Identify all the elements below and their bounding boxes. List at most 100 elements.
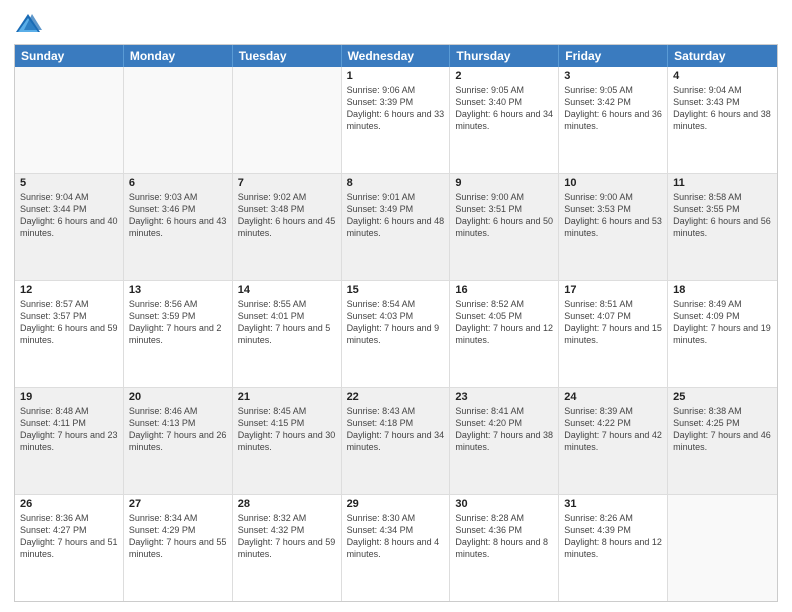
day-info: Sunrise: 8:30 AM Sunset: 4:34 PM Dayligh…: [347, 512, 445, 561]
day-number: 2: [455, 70, 553, 82]
calendar-cell: 25Sunrise: 8:38 AM Sunset: 4:25 PM Dayli…: [668, 388, 777, 494]
day-info: Sunrise: 8:38 AM Sunset: 4:25 PM Dayligh…: [673, 405, 772, 454]
day-number: 5: [20, 177, 118, 189]
calendar-cell: 8 Sunrise: 9:01 AM Sunset: 3:49 PM Daylig…: [342, 174, 451, 280]
day-info: Sunrise: 8:52 AM Sunset: 4:05 PM Dayligh…: [455, 298, 553, 347]
calendar-cell: 18 Sunrise: 8:49 AM Sunset: 4:09 PM Dayli…: [668, 281, 777, 387]
calendar-cell: [15, 67, 124, 173]
calendar-cell: 31 Sunrise: 8:26 AM Sunset: 4:39 PM Dayli…: [559, 495, 668, 601]
day-number: 18: [673, 284, 772, 296]
day-number: 8: [347, 177, 445, 189]
day-number: 19: [20, 391, 118, 403]
calendar-cell: 23 Sunrise: 8:41 AM Sunset: 4:20 PM Dayli…: [450, 388, 559, 494]
day-info: Sunrise: 8:26 AM Sunset: 4:39 PM Dayligh…: [564, 512, 662, 561]
calendar-cell: [668, 495, 777, 601]
day-info: Sunrise: 9:04 AM Sunset: 3:44 PM Dayligh…: [20, 191, 118, 240]
day-info: Sunrise: 8:54 AM Sunset: 4:03 PM Dayligh…: [347, 298, 445, 347]
calendar-row: 19 Sunrise: 8:48 AM Sunset: 4:11 PM Dayli…: [15, 387, 777, 494]
day-number: 17: [564, 284, 662, 296]
calendar-cell: 14Sunrise: 8:55 AM Sunset: 4:01 PM Dayli…: [233, 281, 342, 387]
calendar-row: 12Sunrise: 8:57 AM Sunset: 3:57 PM Dayli…: [15, 280, 777, 387]
calendar-cell: 11 Sunrise: 8:58 AM Sunset: 3:55 PM Dayli…: [668, 174, 777, 280]
calendar-row: 5 Sunrise: 9:04 AM Sunset: 3:44 PM Daylig…: [15, 173, 777, 280]
day-info: Sunrise: 8:41 AM Sunset: 4:20 PM Dayligh…: [455, 405, 553, 454]
day-info: Sunrise: 9:04 AM Sunset: 3:43 PM Dayligh…: [673, 84, 772, 133]
calendar-cell: 30 Sunrise: 8:28 AM Sunset: 4:36 PM Dayli…: [450, 495, 559, 601]
weekday-header-tuesday: Tuesday: [233, 45, 342, 67]
calendar-row: 1 Sunrise: 9:06 AM Sunset: 3:39 PM Daylig…: [15, 67, 777, 173]
calendar-cell: 15 Sunrise: 8:54 AM Sunset: 4:03 PM Dayli…: [342, 281, 451, 387]
day-number: 11: [673, 177, 772, 189]
day-info: Sunrise: 8:34 AM Sunset: 4:29 PM Dayligh…: [129, 512, 227, 561]
calendar-cell: 21 Sunrise: 8:45 AM Sunset: 4:15 PM Dayli…: [233, 388, 342, 494]
calendar-cell: 6 Sunrise: 9:03 AM Sunset: 3:46 PM Daylig…: [124, 174, 233, 280]
calendar-cell: 2 Sunrise: 9:05 AM Sunset: 3:40 PM Daylig…: [450, 67, 559, 173]
day-info: Sunrise: 9:00 AM Sunset: 3:53 PM Dayligh…: [564, 191, 662, 240]
logo: [14, 10, 46, 38]
calendar-cell: 13 Sunrise: 8:56 AM Sunset: 3:59 PM Dayli…: [124, 281, 233, 387]
day-info: Sunrise: 9:03 AM Sunset: 3:46 PM Dayligh…: [129, 191, 227, 240]
day-info: Sunrise: 8:28 AM Sunset: 4:36 PM Dayligh…: [455, 512, 553, 561]
calendar-cell: 9Sunrise: 9:00 AM Sunset: 3:51 PM Daylig…: [450, 174, 559, 280]
header: [14, 10, 778, 38]
day-info: Sunrise: 8:43 AM Sunset: 4:18 PM Dayligh…: [347, 405, 445, 454]
day-info: Sunrise: 8:45 AM Sunset: 4:15 PM Dayligh…: [238, 405, 336, 454]
weekday-header-thursday: Thursday: [450, 45, 559, 67]
calendar-row: 26 Sunrise: 8:36 AM Sunset: 4:27 PM Dayli…: [15, 494, 777, 601]
calendar-cell: [124, 67, 233, 173]
calendar-body: 1 Sunrise: 9:06 AM Sunset: 3:39 PM Daylig…: [15, 67, 777, 601]
calendar-cell: 29 Sunrise: 8:30 AM Sunset: 4:34 PM Dayli…: [342, 495, 451, 601]
day-info: Sunrise: 9:01 AM Sunset: 3:49 PM Dayligh…: [347, 191, 445, 240]
calendar-header: SundayMondayTuesdayWednesdayThursdayFrid…: [15, 45, 777, 67]
day-number: 13: [129, 284, 227, 296]
day-number: 24: [564, 391, 662, 403]
day-number: 28: [238, 498, 336, 510]
day-number: 30: [455, 498, 553, 510]
day-number: 15: [347, 284, 445, 296]
calendar-cell: 7Sunrise: 9:02 AM Sunset: 3:48 PM Daylig…: [233, 174, 342, 280]
day-number: 26: [20, 498, 118, 510]
day-info: Sunrise: 8:55 AM Sunset: 4:01 PM Dayligh…: [238, 298, 336, 347]
calendar-cell: 10 Sunrise: 9:00 AM Sunset: 3:53 PM Dayli…: [559, 174, 668, 280]
logo-icon: [14, 10, 42, 38]
day-number: 10: [564, 177, 662, 189]
day-info: Sunrise: 9:05 AM Sunset: 3:40 PM Dayligh…: [455, 84, 553, 133]
calendar-cell: 1 Sunrise: 9:06 AM Sunset: 3:39 PM Daylig…: [342, 67, 451, 173]
weekday-header-monday: Monday: [124, 45, 233, 67]
day-info: Sunrise: 8:49 AM Sunset: 4:09 PM Dayligh…: [673, 298, 772, 347]
calendar-cell: [233, 67, 342, 173]
calendar-cell: 12Sunrise: 8:57 AM Sunset: 3:57 PM Dayli…: [15, 281, 124, 387]
weekday-header-wednesday: Wednesday: [342, 45, 451, 67]
day-info: Sunrise: 8:56 AM Sunset: 3:59 PM Dayligh…: [129, 298, 227, 347]
calendar-cell: 28 Sunrise: 8:32 AM Sunset: 4:32 PM Dayli…: [233, 495, 342, 601]
calendar-cell: 27 Sunrise: 8:34 AM Sunset: 4:29 PM Dayli…: [124, 495, 233, 601]
day-info: Sunrise: 8:51 AM Sunset: 4:07 PM Dayligh…: [564, 298, 662, 347]
day-number: 16: [455, 284, 553, 296]
day-number: 22: [347, 391, 445, 403]
day-number: 12: [20, 284, 118, 296]
day-number: 6: [129, 177, 227, 189]
day-number: 27: [129, 498, 227, 510]
day-number: 1: [347, 70, 445, 82]
day-number: 23: [455, 391, 553, 403]
day-number: 29: [347, 498, 445, 510]
calendar-cell: 20Sunrise: 8:46 AM Sunset: 4:13 PM Dayli…: [124, 388, 233, 494]
day-number: 7: [238, 177, 336, 189]
calendar-cell: 17 Sunrise: 8:51 AM Sunset: 4:07 PM Dayli…: [559, 281, 668, 387]
day-info: Sunrise: 8:32 AM Sunset: 4:32 PM Dayligh…: [238, 512, 336, 561]
day-info: Sunrise: 9:05 AM Sunset: 3:42 PM Dayligh…: [564, 84, 662, 133]
day-info: Sunrise: 8:58 AM Sunset: 3:55 PM Dayligh…: [673, 191, 772, 240]
calendar-cell: 22 Sunrise: 8:43 AM Sunset: 4:18 PM Dayli…: [342, 388, 451, 494]
calendar-cell: 24 Sunrise: 8:39 AM Sunset: 4:22 PM Dayli…: [559, 388, 668, 494]
day-info: Sunrise: 8:39 AM Sunset: 4:22 PM Dayligh…: [564, 405, 662, 454]
day-info: Sunrise: 8:36 AM Sunset: 4:27 PM Dayligh…: [20, 512, 118, 561]
calendar: SundayMondayTuesdayWednesdayThursdayFrid…: [14, 44, 778, 602]
day-info: Sunrise: 9:06 AM Sunset: 3:39 PM Dayligh…: [347, 84, 445, 133]
calendar-cell: 4 Sunrise: 9:04 AM Sunset: 3:43 PM Daylig…: [668, 67, 777, 173]
day-number: 4: [673, 70, 772, 82]
day-number: 31: [564, 498, 662, 510]
day-info: Sunrise: 8:48 AM Sunset: 4:11 PM Dayligh…: [20, 405, 118, 454]
day-number: 21: [238, 391, 336, 403]
day-number: 9: [455, 177, 553, 189]
calendar-cell: 26 Sunrise: 8:36 AM Sunset: 4:27 PM Dayli…: [15, 495, 124, 601]
